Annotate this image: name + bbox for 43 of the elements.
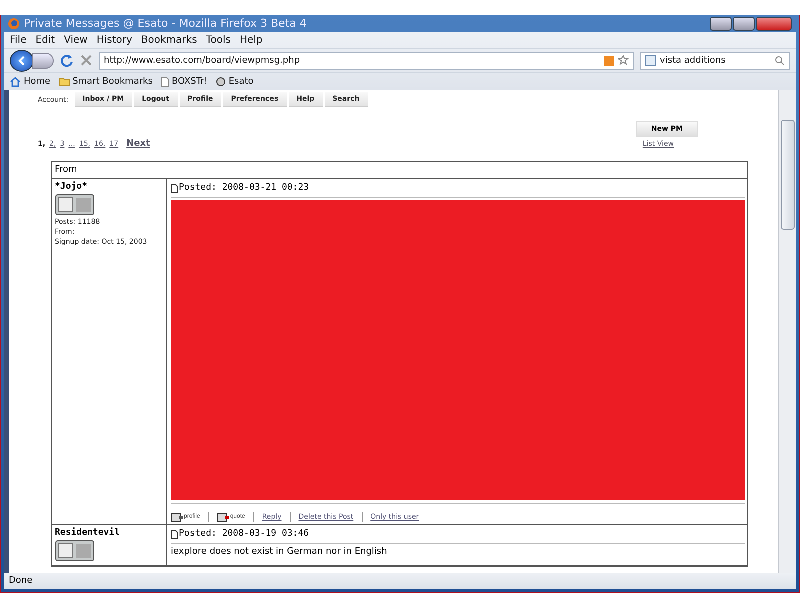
menu-item[interactable]: Tools [206,34,231,46]
next-link[interactable]: Next [126,139,150,149]
search-icon[interactable] [775,56,785,66]
column-header: From [52,162,747,179]
author-name: *Jojo* [55,182,89,192]
stop-icon[interactable] [80,54,93,67]
scroll-thumb[interactable] [780,120,794,230]
star-icon[interactable] [618,55,629,66]
address-field[interactable]: http://www.esato.com/board/viewpmsg.php [99,52,634,70]
menu-item[interactable]: Help [240,34,263,46]
maximize-button[interactable] [733,16,755,30]
close-button[interactable] [756,16,792,30]
menu-item[interactable]: View [64,34,88,46]
bookmark-item[interactable]: BOXSTr! [160,76,208,86]
menu-item[interactable]: File [10,34,27,46]
posted-date: Posted: 2008-03-19 03:46 [179,529,310,539]
search-field[interactable]: vista additions [640,52,790,70]
action-icon [217,512,230,522]
scrollbar[interactable] [778,90,796,573]
back-button[interactable] [10,50,34,72]
posted-date: Posted: 2008-03-21 00:23 [179,183,310,193]
bookmark-item[interactable]: Home [10,76,51,86]
bookmark-label: Esato [228,76,254,86]
message-text: iexplore does not exist in German nor in English [171,547,388,558]
menu-item[interactable]: History [96,34,132,46]
window-title: Private Messages @ Esato - Mozilla Firefox 3 Beta 4 [24,17,308,30]
menu-item[interactable]: Bookmarks [141,34,198,46]
page-icon [160,76,169,86]
rss-icon [604,56,614,66]
bookmark-label: BOXSTr! [172,76,208,86]
minimize-button[interactable] [710,16,732,30]
status-text: Done [9,576,33,586]
document-icon [171,530,178,538]
house-icon [10,76,21,86]
site-icon [216,76,226,86]
document-icon [171,184,178,192]
author-name: Residentevil [55,528,122,538]
bookmark-item[interactable]: Esato [216,76,254,86]
reload-icon[interactable] [60,54,74,68]
bookmark-label: Home [24,76,51,86]
folder-icon [58,77,70,86]
action-icon [171,512,183,522]
menu-item[interactable]: Edit [36,34,56,46]
